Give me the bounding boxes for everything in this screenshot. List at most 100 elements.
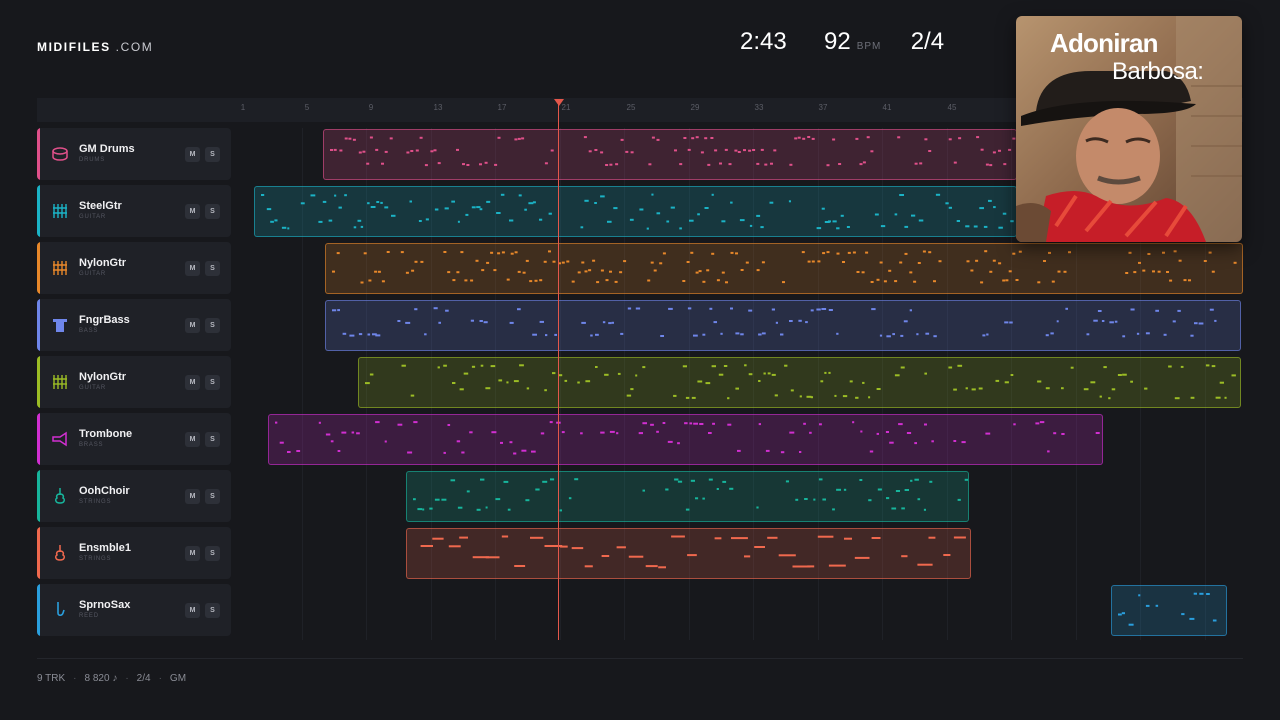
- track-name-trombone: Trombone: [79, 428, 133, 440]
- mute-button[interactable]: M: [185, 204, 200, 219]
- solo-button[interactable]: S: [205, 603, 220, 618]
- note-pattern: [275, 421, 1100, 455]
- track-header[interactable]: Trombone BRASS M S: [37, 413, 231, 465]
- ruler-tick: 45: [947, 103, 957, 112]
- track-header[interactable]: Ensmble1 STRINGS M S: [37, 527, 231, 579]
- note-pattern: [330, 136, 1016, 167]
- track-name-oohchoir: OohChoir: [79, 485, 130, 497]
- track-color-stripe: [37, 128, 40, 180]
- saxophone-icon: [51, 601, 69, 619]
- track-color-stripe: [37, 299, 40, 351]
- note-pattern: [365, 364, 1236, 400]
- ruler-tick: 37: [818, 103, 828, 112]
- ruler-tick: 41: [882, 103, 892, 112]
- track-header[interactable]: GM Drums DRUMS M S: [37, 128, 231, 180]
- transport-stats: 2:43 92 BPM 2/4: [740, 28, 944, 56]
- mute-button[interactable]: M: [185, 147, 200, 162]
- track-category: GUITAR: [79, 214, 107, 220]
- album-title-line1: Adoniran: [1050, 28, 1159, 58]
- track-category: GUITAR: [79, 385, 107, 391]
- mute-button[interactable]: M: [185, 546, 200, 561]
- violin-icon: [51, 544, 69, 562]
- solo-button[interactable]: S: [205, 432, 220, 447]
- violin-icon: [51, 487, 69, 505]
- track-header[interactable]: NylonGtr GUITAR M S: [37, 356, 231, 408]
- footer-signature: 2/4: [136, 673, 151, 684]
- note-pattern: [413, 478, 968, 512]
- ruler-tick: 29: [690, 103, 700, 112]
- track-color-stripe: [37, 413, 40, 465]
- footer-status: 9 TRK · 8 820 ♪ · 2/4 · GM: [37, 673, 187, 684]
- solo-button[interactable]: S: [205, 147, 220, 162]
- album-cover: Adoniran Barbosa:: [1016, 16, 1242, 242]
- track-category: REED: [79, 613, 99, 619]
- brand-suffix: .COM: [115, 40, 154, 54]
- playhead-handle[interactable]: [554, 99, 564, 106]
- track-name-sprnosax: SprnoSax: [79, 599, 131, 611]
- track-header[interactable]: NylonGtr GUITAR M S: [37, 242, 231, 294]
- mute-button[interactable]: M: [185, 375, 200, 390]
- ruler-tick: 25: [626, 103, 636, 112]
- midi-clip[interactable]: [323, 129, 1017, 180]
- track-color-stripe: [37, 185, 40, 237]
- duration-display: 2:43: [740, 28, 787, 55]
- ruler-tick: 1: [240, 103, 246, 112]
- midi-standard: GM: [169, 673, 187, 684]
- track-category: GUITAR: [79, 271, 107, 277]
- solo-button[interactable]: S: [205, 375, 220, 390]
- ruler-tick: 17: [497, 103, 507, 112]
- track-header[interactable]: SprnoSax REED M S: [37, 584, 231, 636]
- track-header[interactable]: OohChoir STRINGS M S: [37, 470, 231, 522]
- midi-clip[interactable]: [325, 243, 1243, 294]
- midi-clip[interactable]: [254, 186, 1017, 237]
- solo-button[interactable]: S: [205, 261, 220, 276]
- midi-clip[interactable]: [268, 414, 1103, 465]
- bass-icon: [51, 316, 69, 334]
- guitar-icon: [51, 259, 69, 277]
- track-color-stripe: [37, 242, 40, 294]
- mute-button[interactable]: M: [185, 603, 200, 618]
- track-name-nylongtr: NylonGtr: [79, 371, 127, 383]
- mute-button[interactable]: M: [185, 432, 200, 447]
- mute-button[interactable]: M: [185, 318, 200, 333]
- track-count: 9 TRK: [37, 673, 66, 684]
- mute-button[interactable]: M: [185, 489, 200, 504]
- trombone-icon: [51, 430, 69, 448]
- midi-clip[interactable]: [325, 300, 1241, 351]
- solo-button[interactable]: S: [205, 318, 220, 333]
- solo-button[interactable]: S: [205, 204, 220, 219]
- track-category: DRUMS: [79, 157, 105, 163]
- track-name-nylongtr: NylonGtr: [79, 257, 127, 269]
- note-count: 8 820 ♪: [84, 673, 118, 684]
- midi-clip[interactable]: [358, 357, 1241, 408]
- ruler-tick: 5: [304, 103, 310, 112]
- footer-divider: [37, 658, 1243, 659]
- time-signature-display: 2/4: [910, 28, 945, 55]
- track-color-stripe: [37, 470, 40, 522]
- ruler-tick: 13: [433, 103, 443, 112]
- track-color-stripe: [37, 584, 40, 636]
- drum-icon: [51, 145, 69, 163]
- album-title-line2: Barbosa:: [1112, 58, 1204, 85]
- solo-button[interactable]: S: [205, 546, 220, 561]
- mute-button[interactable]: M: [185, 261, 200, 276]
- guitar-icon: [51, 202, 69, 220]
- note-pattern: [261, 193, 1014, 230]
- solo-button[interactable]: S: [205, 489, 220, 504]
- track-color-stripe: [37, 527, 40, 579]
- track-category: STRINGS: [79, 556, 112, 562]
- ruler-tick: 33: [754, 103, 764, 112]
- midi-clip[interactable]: [1111, 585, 1227, 636]
- track-header[interactable]: FngrBass BASS M S: [37, 299, 231, 351]
- track-name-fngrbass: FngrBass: [79, 314, 130, 326]
- track-category: BRASS: [79, 442, 104, 448]
- playhead[interactable]: [558, 100, 559, 640]
- note-pattern: [420, 535, 966, 569]
- guitar-icon: [51, 373, 69, 391]
- track-name-gm-drums: GM Drums: [79, 143, 135, 155]
- track-header[interactable]: SteelGtr GUITAR M S: [37, 185, 231, 237]
- midi-clip[interactable]: [406, 471, 969, 522]
- midi-clip[interactable]: [406, 528, 971, 579]
- note-pattern: [1118, 592, 1217, 626]
- track-category: BASS: [79, 328, 99, 334]
